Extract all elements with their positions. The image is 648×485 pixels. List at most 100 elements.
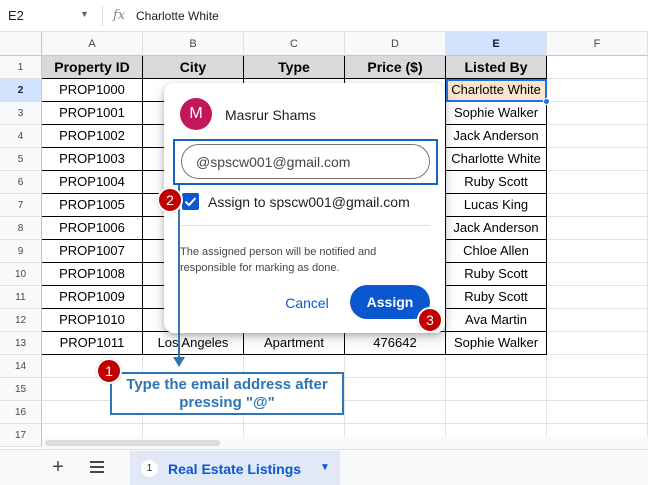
formula-bar: E2 ▼ fx Charlotte White (0, 0, 648, 32)
assign-checkbox[interactable] (182, 193, 199, 210)
fx-icon: fx (113, 8, 126, 23)
table-cell[interactable]: PROP1003 (42, 148, 143, 171)
empty-cell[interactable] (446, 401, 547, 424)
empty-cell[interactable] (547, 194, 648, 217)
empty-cell[interactable] (547, 240, 648, 263)
table-cell[interactable]: PROP1004 (42, 171, 143, 194)
email-input[interactable] (181, 144, 430, 179)
row-header-7[interactable]: 7 (0, 194, 42, 217)
row-header-5[interactable]: 5 (0, 148, 42, 171)
table-header-cell[interactable]: Price ($) (345, 56, 446, 79)
column-header-c[interactable]: C (244, 32, 345, 56)
row-header-9[interactable]: 9 (0, 240, 42, 263)
column-header-b[interactable]: B (143, 32, 244, 56)
annotation-arrow-line (178, 185, 180, 361)
empty-cell[interactable] (547, 263, 648, 286)
empty-cell[interactable] (345, 378, 446, 401)
empty-cell[interactable] (547, 56, 648, 79)
assignee-name: Masrur Shams (225, 107, 317, 123)
table-cell[interactable]: PROP1009 (42, 286, 143, 309)
table-cell[interactable]: PROP1006 (42, 217, 143, 240)
empty-cell[interactable] (547, 286, 648, 309)
table-header-cell[interactable]: Property ID (42, 56, 143, 79)
select-all-corner[interactable] (0, 32, 42, 56)
table-cell[interactable]: PROP1000 (42, 79, 143, 102)
row-header-17[interactable]: 17 (0, 424, 42, 447)
row-header-10[interactable]: 10 (0, 263, 42, 286)
column-header-f[interactable]: F (547, 32, 648, 56)
table-cell[interactable]: Sophie Walker (446, 102, 547, 125)
empty-cell[interactable] (547, 217, 648, 240)
avatar: M (180, 98, 212, 130)
empty-cell[interactable] (547, 171, 648, 194)
row-header-3[interactable]: 3 (0, 102, 42, 125)
row-header-11[interactable]: 11 (0, 286, 42, 309)
table-cell[interactable]: Jack Anderson (446, 217, 547, 240)
assign-to-label[interactable]: Assign to spscw001@gmail.com (208, 194, 410, 210)
step-badge-2: 2 (157, 187, 183, 213)
table-cell[interactable]: Chloe Allen (446, 240, 547, 263)
table-header-cell[interactable]: Listed By (446, 56, 547, 79)
empty-cell[interactable] (547, 102, 648, 125)
scrollbar-thumb[interactable] (45, 440, 220, 446)
sheet-tab-label[interactable]: Real Estate Listings (168, 461, 301, 477)
row-header-1[interactable]: 1 (0, 56, 42, 79)
empty-cell[interactable] (547, 332, 648, 355)
table-header-cell[interactable]: Type (244, 56, 345, 79)
table-cell[interactable]: PROP1002 (42, 125, 143, 148)
table-cell[interactable]: Los Angeles (143, 332, 244, 355)
empty-cell[interactable] (345, 401, 446, 424)
row-header-16[interactable]: 16 (0, 401, 42, 424)
table-cell[interactable]: PROP1010 (42, 309, 143, 332)
table-cell[interactable]: Sophie Walker (446, 332, 547, 355)
table-cell[interactable]: Apartment (244, 332, 345, 355)
table-cell[interactable]: PROP1011 (42, 332, 143, 355)
table-cell[interactable]: PROP1001 (42, 102, 143, 125)
empty-cell[interactable] (547, 125, 648, 148)
empty-cell[interactable] (345, 355, 446, 378)
table-cell[interactable]: PROP1005 (42, 194, 143, 217)
row-header-14[interactable]: 14 (0, 355, 42, 378)
table-cell[interactable]: Ava Martin (446, 309, 547, 332)
cancel-button[interactable]: Cancel (278, 289, 336, 317)
formula-input[interactable]: Charlotte White (136, 9, 219, 23)
add-sheet-icon[interactable]: + (48, 457, 68, 477)
sheet-tab-dropdown-icon[interactable]: ▼ (320, 462, 330, 473)
empty-cell[interactable] (446, 355, 547, 378)
row-header-15[interactable]: 15 (0, 378, 42, 401)
assign-notice: The assigned person will be notified and… (180, 246, 377, 274)
table-cell[interactable]: Ruby Scott (446, 286, 547, 309)
table-cell[interactable]: Ruby Scott (446, 263, 547, 286)
name-box[interactable]: E2 (8, 8, 68, 26)
column-header-a[interactable]: A (42, 32, 143, 56)
empty-cell[interactable] (547, 79, 648, 102)
empty-cell[interactable] (547, 378, 648, 401)
all-sheets-menu-icon[interactable] (88, 458, 106, 476)
empty-cell[interactable] (446, 378, 547, 401)
name-box-dropdown-icon[interactable]: ▼ (80, 9, 92, 23)
selection-fill-handle[interactable] (543, 98, 550, 105)
empty-cell[interactable] (547, 309, 648, 332)
table-cell[interactable]: PROP1008 (42, 263, 143, 286)
table-cell[interactable]: Jack Anderson (446, 125, 547, 148)
empty-cell[interactable] (547, 148, 648, 171)
empty-cell[interactable] (547, 401, 648, 424)
table-cell[interactable]: 476642 (345, 332, 446, 355)
table-header-cell[interactable]: City (143, 56, 244, 79)
annotation-arrow-head (173, 357, 185, 367)
row-header-8[interactable]: 8 (0, 217, 42, 240)
selected-cell[interactable]: Charlotte White (446, 79, 547, 102)
row-header-13[interactable]: 13 (0, 332, 42, 355)
table-cell[interactable]: PROP1007 (42, 240, 143, 263)
row-header-2[interactable]: 2 (0, 79, 42, 102)
row-header-12[interactable]: 12 (0, 309, 42, 332)
column-header-d[interactable]: D (345, 32, 446, 56)
empty-cell[interactable] (547, 355, 648, 378)
check-icon (184, 197, 197, 207)
column-header-e[interactable]: E (446, 32, 547, 56)
table-cell[interactable]: Ruby Scott (446, 171, 547, 194)
table-cell[interactable]: Lucas King (446, 194, 547, 217)
row-header-6[interactable]: 6 (0, 171, 42, 194)
row-header-4[interactable]: 4 (0, 125, 42, 148)
table-cell[interactable]: Charlotte White (446, 148, 547, 171)
